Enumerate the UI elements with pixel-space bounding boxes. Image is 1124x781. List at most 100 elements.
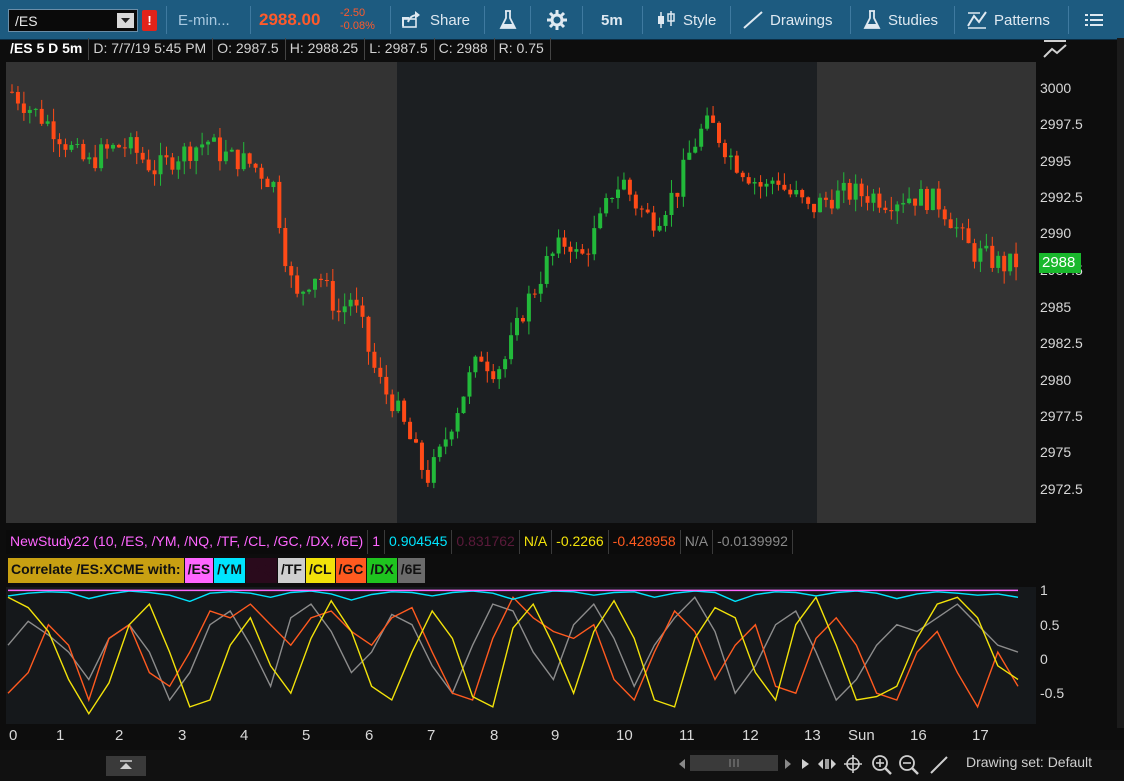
study-value-gc: -0.428958 xyxy=(609,530,681,554)
chevron-down-icon[interactable] xyxy=(117,13,134,28)
scroll-left-icon[interactable] xyxy=(676,754,688,779)
study-lines xyxy=(7,589,1019,716)
separator xyxy=(730,6,731,34)
zoom-out-icon[interactable] xyxy=(898,754,920,781)
price-axis[interactable]: 30002997.529952992.529902987.529852982.5… xyxy=(1036,62,1118,523)
candle-body xyxy=(639,208,644,210)
menu-button[interactable] xyxy=(1084,4,1104,36)
study-axis[interactable]: 1 0.5 0 -0.5 xyxy=(1036,582,1118,724)
candle-body xyxy=(657,225,662,231)
candle-body xyxy=(663,215,668,226)
candle-body xyxy=(972,243,977,262)
candle-body xyxy=(782,184,787,190)
alert-badge[interactable]: ! xyxy=(142,10,157,31)
candle-body xyxy=(449,431,454,440)
candle-body xyxy=(396,400,401,412)
candle-body xyxy=(948,219,953,229)
candle-body xyxy=(509,335,514,360)
candle-body xyxy=(354,299,359,306)
symbol-description[interactable]: E-min... xyxy=(178,4,230,36)
gear-icon xyxy=(546,9,568,31)
draw-line-icon[interactable] xyxy=(928,754,950,781)
legend-es: /ES xyxy=(184,558,214,583)
legend-dx: /DX xyxy=(367,558,397,583)
share-button[interactable]: Share xyxy=(400,4,470,36)
candle-body xyxy=(69,144,74,150)
candle-body xyxy=(57,139,62,145)
candle-body xyxy=(883,207,888,211)
candle-body xyxy=(598,213,603,229)
patterns-label: Patterns xyxy=(994,11,1050,29)
candle-body xyxy=(200,144,205,148)
separator xyxy=(1068,6,1069,34)
candle-body xyxy=(907,198,912,204)
candle-body xyxy=(348,299,353,307)
horizontal-scrollbar[interactable] xyxy=(690,755,778,771)
candle-body xyxy=(170,157,175,170)
step-right-icon[interactable] xyxy=(800,754,812,779)
candle-body xyxy=(812,203,817,213)
candle-body xyxy=(247,153,252,164)
time-tick-label: 2 xyxy=(115,727,124,744)
candle-body xyxy=(1002,255,1007,272)
patterns-button[interactable]: Patterns xyxy=(966,4,1050,36)
price-tick-label: 2980 xyxy=(1040,372,1072,388)
expand-horizontal-icon[interactable] xyxy=(816,754,838,779)
crosshair-icon[interactable] xyxy=(843,754,863,779)
time-tick-label: 6 xyxy=(365,727,374,744)
drawing-tool-icon[interactable] xyxy=(1040,38,1070,65)
candle-body xyxy=(253,163,258,168)
symbol-selector[interactable]: /ES xyxy=(8,9,138,32)
candle-body xyxy=(930,188,935,211)
candle-body xyxy=(728,155,733,158)
time-tick-label: 5 xyxy=(302,727,311,744)
time-tick-label: 11 xyxy=(679,727,695,744)
separator xyxy=(642,6,643,34)
zoom-in-icon[interactable] xyxy=(871,754,893,781)
candle-body xyxy=(419,442,424,470)
candle-body xyxy=(919,188,923,206)
studies-label: Studies xyxy=(888,11,939,29)
settings-button[interactable] xyxy=(546,4,568,36)
vertical-scrollbar[interactable] xyxy=(1117,38,1124,728)
scroll-right-icon[interactable] xyxy=(782,754,794,779)
candle-body xyxy=(568,246,573,252)
candle-body xyxy=(847,182,852,200)
candle-body xyxy=(1014,253,1019,268)
candle-body xyxy=(924,188,929,211)
candle-body xyxy=(330,281,335,311)
drawings-button[interactable]: Drawings xyxy=(742,4,833,36)
candle-body xyxy=(140,152,145,160)
candle-style-icon xyxy=(656,10,678,30)
candle-body xyxy=(241,153,246,170)
drawing-set-label[interactable]: Drawing set: Default xyxy=(966,754,1092,770)
candle-body xyxy=(990,245,995,268)
style-button[interactable]: Style xyxy=(656,4,716,36)
candle-body xyxy=(592,228,597,255)
collapse-button[interactable] xyxy=(106,756,146,776)
study-tick-label: -0.5 xyxy=(1040,685,1065,702)
candle-body xyxy=(443,439,448,447)
candle-body xyxy=(372,351,377,368)
timeframe-button[interactable]: 5m xyxy=(601,4,623,36)
study-title[interactable]: NewStudy22 (10, /ES, /YM, /NQ, /TF, /CL,… xyxy=(6,530,369,554)
candle-body xyxy=(366,316,371,352)
correlate-legend: Correlate /ES:XCME with: /ES /YM /NQ /TF… xyxy=(8,558,426,583)
candle-body xyxy=(27,109,32,113)
time-tick-label: 4 xyxy=(240,727,249,744)
separator xyxy=(484,6,485,34)
candle-body xyxy=(770,180,775,184)
candle-body xyxy=(746,177,751,184)
candle-body xyxy=(206,141,211,145)
flask-button[interactable] xyxy=(498,4,518,36)
candle-body xyxy=(360,305,365,317)
series-line-ym xyxy=(7,590,1019,603)
candle-body xyxy=(313,278,317,290)
candle-body xyxy=(776,180,781,185)
time-axis[interactable]: 0 1 2 3 4 5 6 7 8 9 10 11 12 13 Sun 16 17 xyxy=(6,726,1036,748)
candle-body xyxy=(295,275,300,294)
candle-body xyxy=(51,121,56,140)
separator xyxy=(390,6,391,34)
price-tick-label: 2992.5 xyxy=(1040,189,1083,205)
studies-button[interactable]: Studies xyxy=(862,4,938,36)
